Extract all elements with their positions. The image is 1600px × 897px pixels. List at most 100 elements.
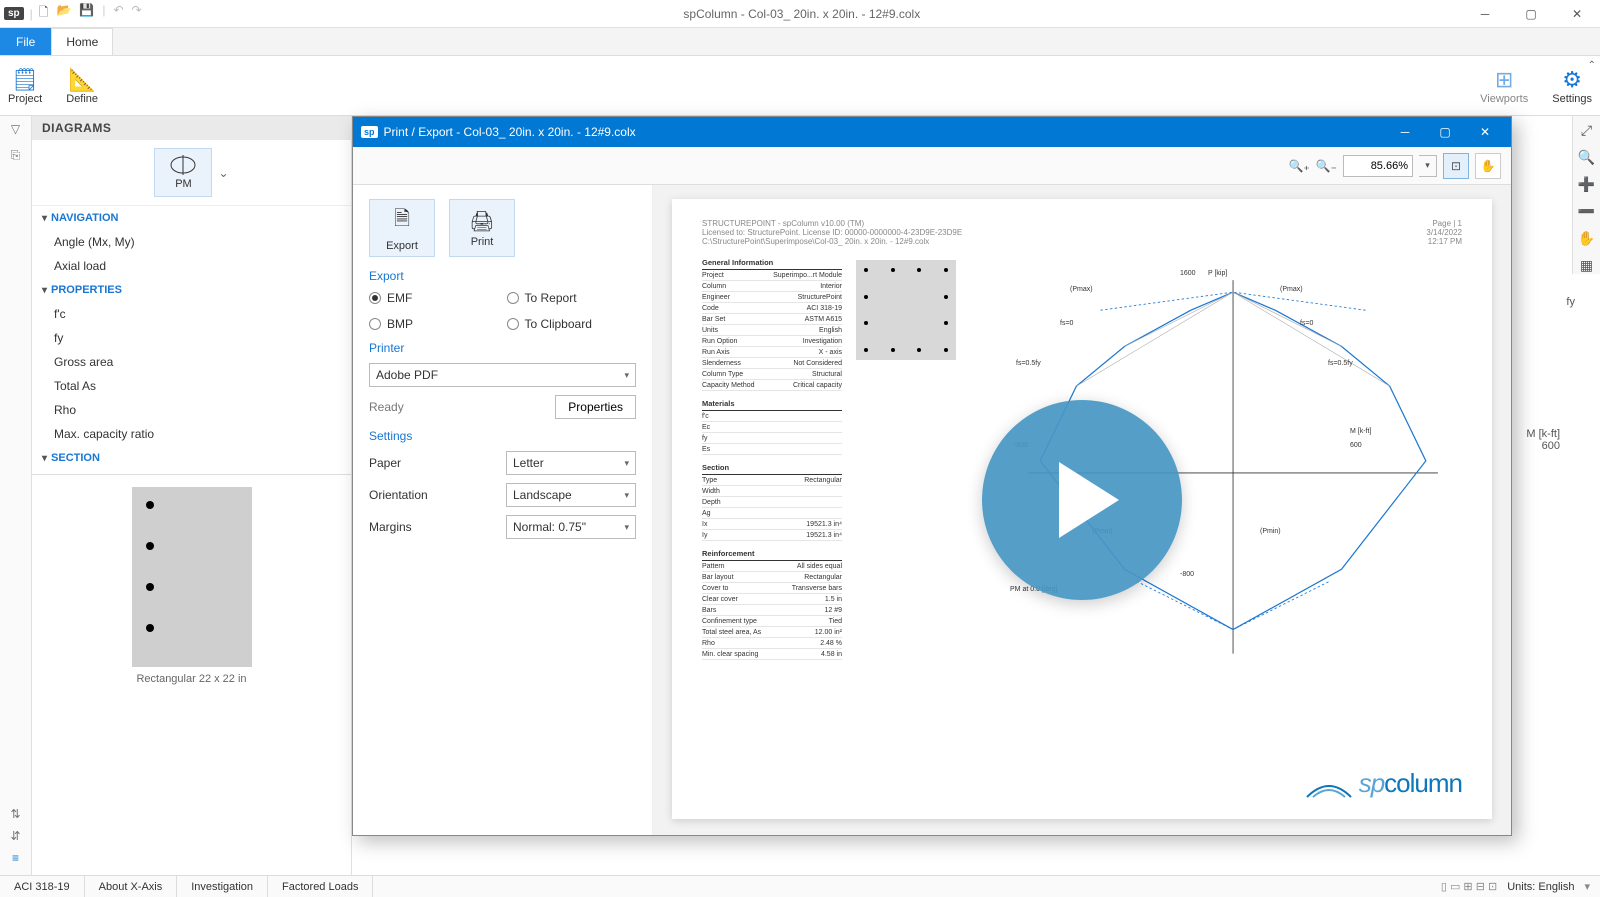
pm-label: PM: [169, 178, 197, 190]
margins-select[interactable]: Normal: 0.75"▾: [506, 515, 636, 539]
project-icon: 🗒: [11, 67, 39, 93]
ribbon-collapse-icon[interactable]: ⌃: [1588, 60, 1596, 71]
section-header[interactable]: SECTION: [32, 446, 351, 470]
radio-emf[interactable]: EMF: [369, 291, 499, 305]
settings-button[interactable]: ⚙ Settings: [1552, 67, 1592, 105]
dropdown-icon[interactable]: ⌄: [218, 166, 228, 180]
zoom-dropdown[interactable]: ▾: [1419, 155, 1437, 177]
grid-icon[interactable]: ▦: [1580, 257, 1593, 274]
printer-status: Ready: [369, 400, 404, 414]
dialog-badge: sp: [361, 126, 378, 138]
print-export-dialog: sp Print / Export - Col-03_ 20in. x 20in…: [352, 116, 1512, 836]
settings-icon: ⚙: [1562, 67, 1582, 93]
margins-label: Margins: [369, 520, 412, 534]
sort-asc-icon[interactable]: ⇅: [10, 807, 20, 821]
fit-page-button[interactable]: ⊡: [1443, 153, 1469, 179]
units-dropdown-icon[interactable]: ▾: [1584, 880, 1590, 893]
redo-icon[interactable]: ↷: [132, 3, 142, 24]
play-button[interactable]: [982, 400, 1182, 600]
close-button[interactable]: ✕: [1554, 0, 1600, 28]
nav-angle[interactable]: Angle (Mx, My): [32, 230, 351, 254]
orientation-select[interactable]: Landscape▾: [506, 483, 636, 507]
define-button[interactable]: 📐 Define: [66, 67, 98, 105]
radio-to-clipboard[interactable]: To Clipboard: [507, 317, 637, 331]
main-titlebar: sp | 🗋 📂 💾 | ↶ ↷ spColumn - Col-03_ 20in…: [0, 0, 1600, 28]
menu-icon[interactable]: ≡: [12, 851, 19, 865]
print-button[interactable]: 🖨 Print: [449, 199, 515, 257]
save-icon[interactable]: 💾: [79, 3, 94, 24]
statusbar: ACI 318-19 About X-Axis Investigation Fa…: [0, 875, 1600, 897]
status-units[interactable]: Units: English: [1507, 881, 1574, 893]
status-runopt[interactable]: Investigation: [177, 876, 268, 897]
prop-gross[interactable]: Gross area: [32, 350, 351, 374]
maximize-button[interactable]: ▢: [1508, 0, 1554, 28]
project-label: Project: [8, 93, 42, 105]
dialog-maximize[interactable]: ▢: [1425, 117, 1465, 147]
printer-properties-button[interactable]: Properties: [555, 395, 636, 419]
hand-tool-button[interactable]: ✋: [1475, 153, 1501, 179]
mini-section: [856, 260, 956, 360]
printer-select[interactable]: Adobe PDF▾: [369, 363, 636, 387]
minimize-button[interactable]: ─: [1462, 0, 1508, 28]
prop-fy[interactable]: fy: [32, 326, 351, 350]
paper-label: Paper: [369, 456, 401, 470]
window-title: spColumn - Col-03_ 20in. x 20in. - 12#9.…: [683, 7, 920, 21]
filter-icon[interactable]: ▽: [11, 122, 20, 136]
zoom-window-icon[interactable]: 🔍: [1578, 149, 1595, 166]
radio-to-report[interactable]: To Report: [507, 291, 637, 305]
prop-maxcap[interactable]: Max. capacity ratio: [32, 422, 351, 446]
spcolumn-logo: spcolumn: [1305, 768, 1462, 799]
status-code[interactable]: ACI 318-19: [0, 876, 85, 897]
sort-desc-icon[interactable]: ⇵: [10, 829, 20, 843]
status-axis[interactable]: About X-Axis: [85, 876, 178, 897]
project-button[interactable]: 🗒 Project: [8, 67, 42, 105]
export-section-label: Export: [369, 269, 636, 283]
dialog-close[interactable]: ✕: [1465, 117, 1505, 147]
section-caption: Rectangular 22 x 22 in: [136, 673, 246, 685]
printer-section-label: Printer: [369, 341, 636, 355]
nav-axial[interactable]: Axial load: [32, 254, 351, 278]
play-icon: [1059, 462, 1119, 538]
zoom-fit-icon[interactable]: ⤢: [1581, 122, 1592, 139]
define-icon: 📐: [68, 67, 95, 93]
zoom-out-icon[interactable]: 🔍₋: [1316, 159, 1337, 173]
pan-icon[interactable]: ✋: [1578, 230, 1595, 247]
orientation-label: Orientation: [369, 488, 428, 502]
zoom-in-icon[interactable]: ➕: [1578, 176, 1595, 193]
ribbon: 🗒 Project 📐 Define ⊞ Viewports ⚙ Setting…: [0, 56, 1600, 116]
tab-file[interactable]: File: [0, 28, 51, 55]
prop-rho[interactable]: Rho: [32, 398, 351, 422]
right-toolbar: ⤢ 🔍 ➕ ➖ ✋ ▦: [1572, 116, 1600, 274]
dialog-minimize[interactable]: ─: [1385, 117, 1425, 147]
paper-select[interactable]: Letter▾: [506, 451, 636, 475]
pm-icon: [169, 155, 197, 175]
settings-label: Settings: [1552, 93, 1592, 105]
define-label: Define: [66, 93, 98, 105]
diagrams-header: DIAGRAMS: [32, 116, 351, 140]
zoom-input[interactable]: [1343, 155, 1413, 177]
print-icon: 🖨: [469, 209, 494, 234]
export-button[interactable]: 🗎 Export: [369, 199, 435, 257]
nav-header[interactable]: NAVIGATION: [32, 206, 351, 230]
view-icons[interactable]: ▯ ▭ ⊞ ⊟ ⊡: [1441, 880, 1497, 893]
zoom-out-icon[interactable]: ➖: [1578, 203, 1595, 220]
pm-diagram-button[interactable]: PM: [154, 148, 212, 197]
viewports-label: Viewports: [1480, 93, 1528, 105]
section-preview: Rectangular 22 x 22 in: [32, 474, 351, 697]
tab-home[interactable]: Home: [51, 28, 113, 55]
print-preview[interactable]: STRUCTUREPOINT - spColumn v10.00 (TM) Li…: [653, 185, 1511, 835]
prop-totalas[interactable]: Total As: [32, 374, 351, 398]
open-icon[interactable]: 📂: [56, 3, 71, 24]
viewports-icon: ⊞: [1495, 67, 1513, 93]
props-header[interactable]: PROPERTIES: [32, 278, 351, 302]
status-loads[interactable]: Factored Loads: [268, 876, 373, 897]
viewports-button[interactable]: ⊞ Viewports: [1480, 67, 1528, 105]
canvas-area: ⤢ 🔍 ➕ ➖ ✋ ▦ fy M [k-ft] 600 sp Print / E…: [352, 116, 1600, 875]
radio-bmp[interactable]: BMP: [369, 317, 499, 331]
zoom-in-icon[interactable]: 🔍₊: [1288, 159, 1309, 173]
new-icon[interactable]: 🗋: [39, 3, 49, 24]
panel-toggle-icon[interactable]: ⎘: [11, 148, 21, 163]
prop-fc[interactable]: f'c: [32, 302, 351, 326]
undo-icon[interactable]: ↶: [113, 3, 123, 24]
left-panel: DIAGRAMS PM ⌄ NAVIGATION Angle (Mx, My) …: [32, 116, 352, 875]
